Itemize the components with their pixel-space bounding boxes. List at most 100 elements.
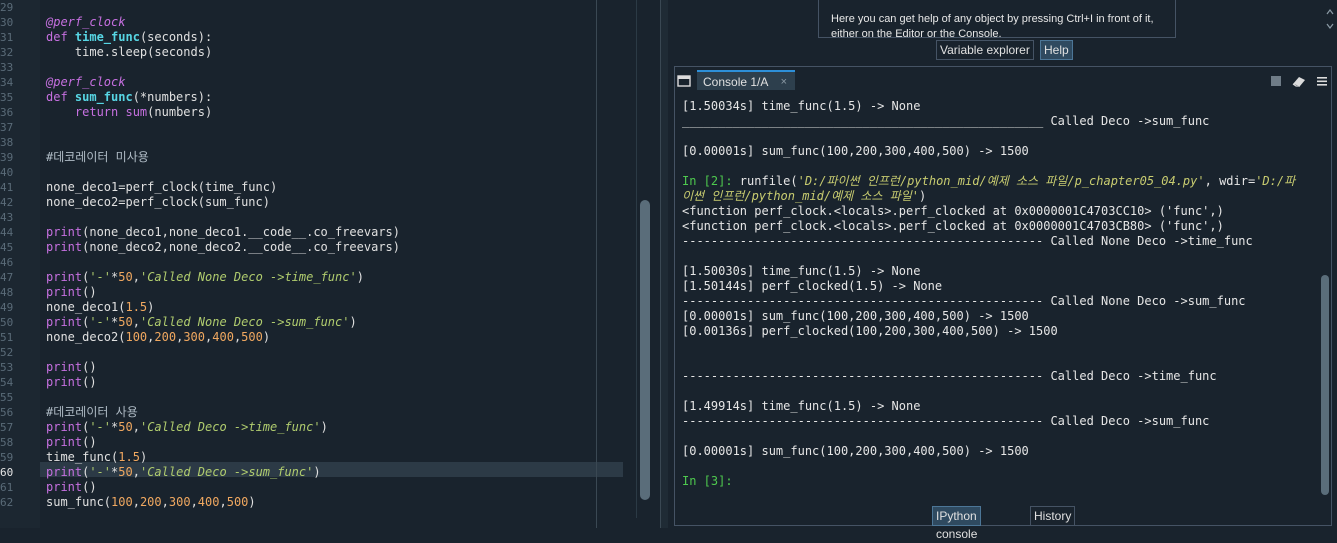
code-token: time.sleep(seconds): [46, 45, 213, 59]
code-token: (none_deco1,none_deco1.__code__.co_freev…: [82, 225, 401, 239]
code-line[interactable]: time.sleep(seconds): [46, 45, 212, 60]
browse-tabs-icon[interactable]: [677, 73, 691, 87]
code-token: none_deco2=perf_clock(sum_func): [46, 195, 270, 209]
code-token: 'Called Deco ->sum_func': [139, 465, 314, 479]
code-token: ,: [132, 495, 140, 509]
code-token: (): [82, 360, 97, 374]
code-token: ): [320, 420, 328, 434]
tab-history[interactable]: History: [1030, 506, 1076, 526]
code-line[interactable]: none_deco1=perf_clock(time_func): [46, 180, 277, 195]
tab-ipython-console[interactable]: IPython console: [932, 506, 982, 541]
code-line[interactable]: print(none_deco1,none_deco1.__code__.co_…: [46, 225, 400, 240]
help-text-line2: either on the Editor or the Console.: [831, 28, 1002, 38]
code-token: (none_deco2,none_deco2.__code__.co_freev…: [82, 240, 401, 254]
code-token: ,: [161, 495, 169, 509]
top-pane-tabbar: Variable explorer Help: [668, 40, 1337, 60]
code-token: sum_func: [74, 90, 133, 104]
eraser-icon[interactable]: [1291, 73, 1305, 87]
code-token: ): [349, 315, 357, 329]
code-line[interactable]: time_func(1.5): [46, 450, 147, 465]
code-line[interactable]: print(none_deco2,none_deco2.__code__.co_…: [46, 240, 400, 255]
code-line[interactable]: print(): [46, 360, 97, 375]
code-token: 50: [118, 420, 133, 434]
console-text: 이썬 인프런/python_mid/예제 소스 파일': [682, 189, 920, 203]
console-line: [1.50030s] time_func(1.5) -> None: [682, 264, 920, 279]
code-token: print: [46, 270, 83, 284]
code-token: ): [147, 300, 155, 314]
console-text: ________________________________________…: [682, 114, 1210, 128]
code-line[interactable]: print('-'*50,'Called Deco ->time_func'): [46, 420, 328, 435]
close-icon[interactable]: ×: [781, 72, 787, 92]
options-menu-icon[interactable]: [1315, 73, 1329, 87]
console-text: <function perf_clock.<locals>.perf_clock…: [682, 219, 1224, 233]
code-line[interactable]: print('-'*50,'Called None Deco ->sum_fun…: [46, 315, 357, 330]
code-line[interactable]: @perf_clock: [46, 75, 125, 90]
code-token: 400: [197, 495, 220, 509]
line-number: 59: [0, 451, 13, 464]
code-token: print: [46, 375, 83, 389]
help-scrollbar[interactable]: [1326, 0, 1334, 36]
code-line[interactable]: none_deco1(1.5): [46, 300, 154, 315]
line-number: 37: [0, 121, 13, 134]
code-line[interactable]: return sum(numbers): [46, 105, 212, 120]
console-line: In [2]: runfile('D:/파이썬 인프런/python_mid/예…: [682, 174, 1295, 189]
code-token: 200: [139, 495, 162, 509]
editor-scrollbar-thumb[interactable]: [640, 200, 650, 500]
code-token: ,: [132, 465, 140, 479]
code-line[interactable]: print(): [46, 285, 97, 300]
line-number: 50: [0, 316, 13, 329]
console-text: ----------------------------------------…: [682, 414, 1210, 428]
code-token: 50: [118, 465, 133, 479]
code-line[interactable]: sum_func(100,200,300,400,500): [46, 495, 256, 510]
code-token: @perf_clock: [46, 75, 126, 89]
tab-help[interactable]: Help: [1040, 40, 1073, 60]
code-line[interactable]: print(): [46, 375, 97, 390]
stop-icon[interactable]: [1269, 73, 1283, 87]
console-scrollbar[interactable]: [1319, 95, 1331, 525]
code-line[interactable]: def time_func(seconds):: [46, 30, 212, 45]
code-token: none_deco1(: [46, 300, 126, 314]
code-line[interactable]: print(): [46, 480, 97, 495]
console-scrollbar-thumb[interactable]: [1321, 275, 1329, 495]
code-token: 50: [118, 315, 133, 329]
line-number: 47: [0, 271, 13, 284]
code-token: #데코레이터 사용: [46, 405, 138, 419]
line-number: 62: [0, 496, 13, 509]
line-number: 42: [0, 196, 13, 209]
code-line[interactable]: none_deco2(100,200,300,400,500): [46, 330, 270, 345]
tab-variable-explorer[interactable]: Variable explorer: [936, 40, 1034, 60]
code-line[interactable]: @perf_clock: [46, 15, 125, 30]
code-area[interactable]: @perf_clock def time_func(seconds): time.…: [40, 0, 625, 528]
code-line[interactable]: none_deco2=perf_clock(sum_func): [46, 195, 270, 210]
code-token: (): [82, 435, 97, 449]
code-line[interactable]: print('-'*50,'Called Deco ->sum_func'): [46, 465, 321, 480]
code-line[interactable]: print(): [46, 435, 97, 450]
console-text: [0.00136s] perf_clocked(100,200,300,400,…: [682, 324, 1058, 338]
tab-console-1a[interactable]: Console 1/A ×: [697, 70, 795, 90]
code-line[interactable]: print('-'*50,'Called None Deco ->time_fu…: [46, 270, 364, 285]
code-token: 300: [168, 495, 191, 509]
line-number: 61: [0, 481, 13, 494]
code-token: print: [46, 435, 83, 449]
line-number: 56: [0, 406, 13, 419]
code-editor[interactable]: 29 30 31 32 33 34 35 36 37 38 39 40 41 42 43 44 45 46 47 48…: [0, 0, 660, 528]
console-output[interactable]: [1.50034s] time_func(1.5) -> None _______…: [675, 95, 1317, 525]
line-number: 35: [0, 91, 13, 104]
console-text: ----------------------------------------…: [682, 369, 1217, 383]
code-line[interactable]: #데코레이터 미사용: [46, 150, 149, 165]
help-text-line1: Here you can get help of any object by p…: [831, 13, 1154, 25]
console-text: 'D:/파이썬 인프런/python_mid/예제 소스 파일/p_chapte…: [797, 174, 1205, 188]
line-number: 32: [0, 46, 13, 59]
code-token: none_deco1=perf_clock(time_func): [46, 180, 278, 194]
console-text: [0.00001s] sum_func(100,200,300,400,500)…: [682, 444, 1029, 458]
console-text: 'D:/파: [1255, 174, 1296, 188]
code-token: time_func(: [46, 450, 119, 464]
code-token: ,: [132, 315, 140, 329]
code-line[interactable]: def sum_func(*numbers):: [46, 90, 212, 105]
console-text: [0.00001s] sum_func(100,200,300,400,500)…: [682, 144, 1029, 158]
console-line: [0.00001s] sum_func(100,200,300,400,500)…: [682, 144, 1029, 159]
code-token: (): [82, 480, 97, 494]
code-token: sum_func(: [46, 495, 112, 509]
code-line[interactable]: #데코레이터 사용: [46, 405, 138, 420]
